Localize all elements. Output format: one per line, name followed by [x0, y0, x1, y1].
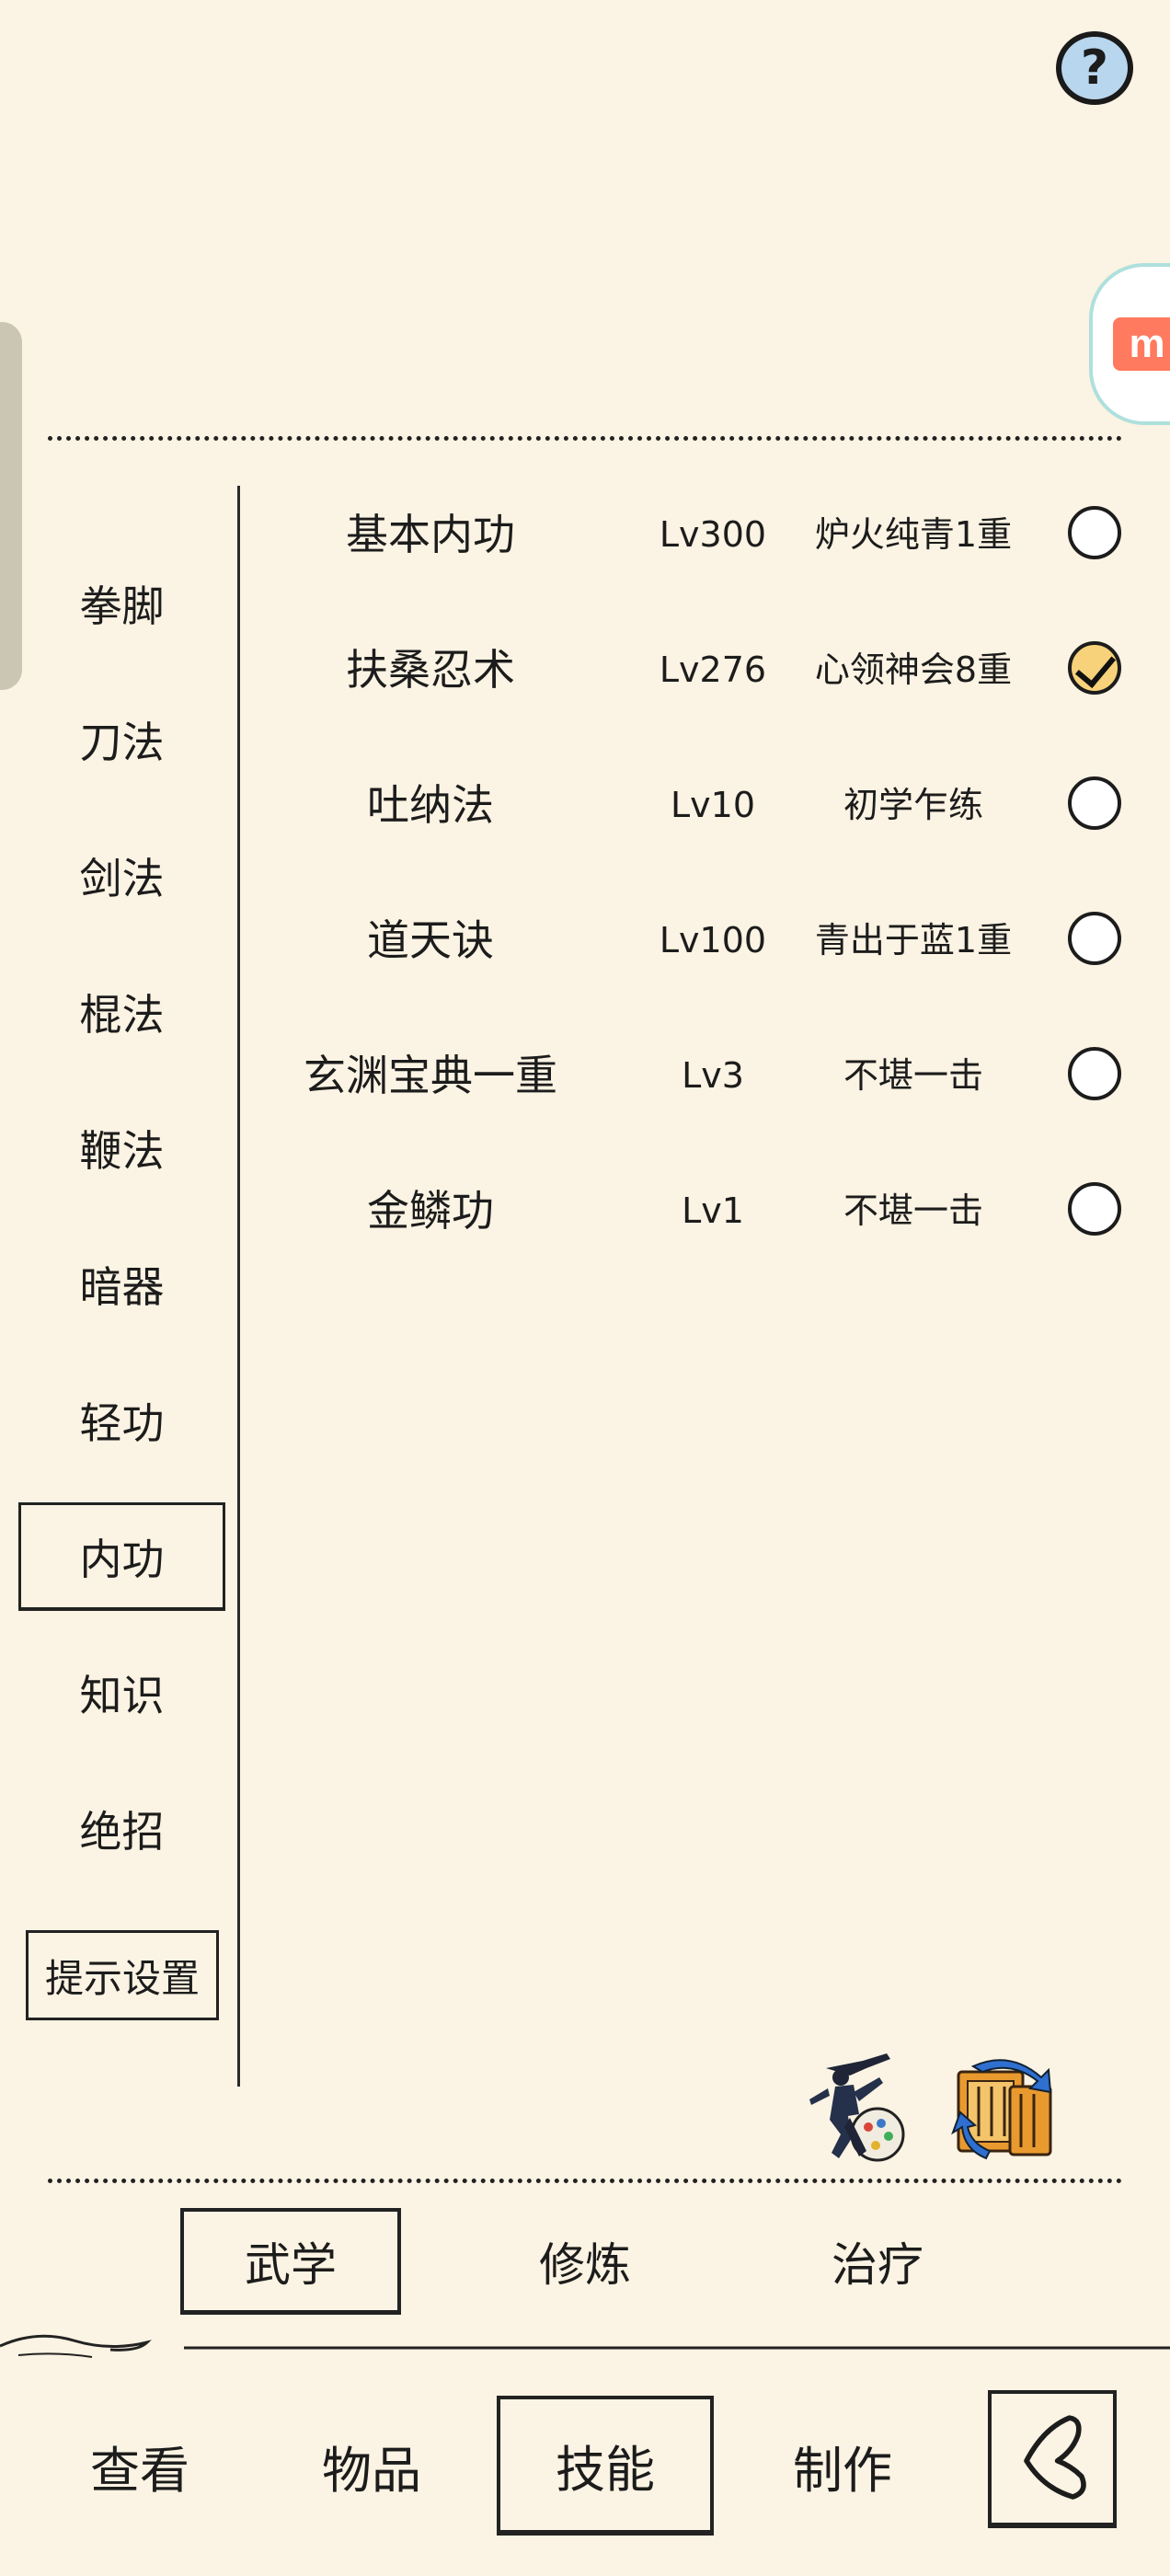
skill-row[interactable]: 基本内功 Lv300 炉火纯青1重 [247, 467, 1130, 603]
help-button[interactable]: ? [1056, 31, 1133, 105]
category-label: 知识 [79, 1671, 165, 1720]
skill-name: 基本内功 [346, 510, 515, 559]
back-button[interactable] [988, 2390, 1117, 2528]
floating-app-badge[interactable]: m [1089, 263, 1170, 425]
scroll-switch-icon[interactable] [946, 2050, 1065, 2169]
category-item[interactable]: 棍法 [18, 944, 225, 1080]
skill-select-radio[interactable] [1068, 776, 1121, 830]
category-item[interactable]: 轻功 [18, 1352, 225, 1489]
category-label: 鞭法 [79, 1126, 165, 1176]
skill-select-radio[interactable] [1068, 1182, 1121, 1236]
category-item[interactable]: 绝招 [18, 1761, 225, 1897]
nav-skills[interactable]: 技能 [497, 2396, 714, 2536]
category-label: 刀法 [79, 718, 165, 767]
category-item[interactable]: 鞭法 [18, 1080, 225, 1216]
category-item[interactable]: 刀法 [18, 672, 225, 808]
martial-artist-icon[interactable] [798, 2050, 918, 2169]
skill-name: 扶桑忍术 [346, 645, 515, 695]
ink-wave-divider [0, 2334, 1170, 2358]
skill-select-radio-checked[interactable] [1068, 641, 1121, 695]
category-item[interactable]: 拳脚 [18, 535, 225, 672]
divider-top [48, 436, 1122, 441]
skill-row[interactable]: 扶桑忍术 Lv276 心领神会8重 [247, 603, 1130, 738]
skill-rank: 心领神会8重 [814, 650, 1013, 690]
category-label: 拳脚 [79, 581, 165, 631]
category-item[interactable]: 暗器 [18, 1216, 225, 1352]
nav-craft[interactable]: 制作 [734, 2396, 951, 2536]
category-label: 剑法 [79, 854, 165, 903]
sub-tab-cultivate[interactable]: 修炼 [475, 2208, 695, 2315]
skill-row[interactable]: 道天诀 Lv100 青出于蓝1重 [247, 873, 1130, 1008]
skill-row[interactable]: 吐纳法 Lv10 初学乍练 [247, 738, 1130, 873]
category-item[interactable]: 知识 [18, 1625, 225, 1761]
skill-name: 金鳞功 [367, 1186, 494, 1236]
category-list: 拳脚 刀法 剑法 棍法 鞭法 暗器 轻功 内功 知识 绝招 [18, 535, 225, 1897]
skill-rank: 青出于蓝1重 [814, 920, 1013, 960]
skill-name: 玄渊宝典一重 [304, 1051, 557, 1100]
skill-select-radio[interactable] [1068, 1047, 1121, 1100]
divider-bottom [48, 2179, 1122, 2183]
category-label: 绝招 [79, 1807, 165, 1857]
skill-rank: 炉火纯青1重 [814, 514, 1013, 555]
skill-row[interactable]: 金鳞功 Lv1 不堪一击 [247, 1144, 1130, 1279]
column-divider [237, 486, 240, 2087]
nav-view[interactable]: 查看 [31, 2396, 248, 2536]
skill-rank: 初学乍练 [843, 785, 983, 825]
sub-tab-martial-arts[interactable]: 武学 [180, 2208, 401, 2315]
category-item[interactable]: 剑法 [18, 808, 225, 944]
category-label: 内功 [18, 1502, 225, 1611]
category-item-active[interactable]: 内功 [18, 1489, 225, 1625]
nav-items[interactable]: 物品 [263, 2396, 480, 2536]
skill-list: 基本内功 Lv300 炉火纯青1重 扶桑忍术 Lv276 心领神会8重 吐纳法 … [247, 467, 1130, 1279]
tips-settings-button[interactable]: 提示设置 [26, 1930, 219, 2020]
category-label: 棍法 [79, 990, 165, 1040]
category-label: 轻功 [79, 1398, 165, 1448]
sub-tab-bar: 武学 修炼 治疗 [0, 2208, 1170, 2317]
skill-row[interactable]: 玄渊宝典一重 Lv3 不堪一击 [247, 1008, 1130, 1144]
skill-select-radio[interactable] [1068, 912, 1121, 965]
skill-rank: 不堪一击 [843, 1190, 983, 1231]
skill-name: 吐纳法 [367, 780, 494, 830]
category-label: 暗器 [79, 1262, 165, 1312]
skill-rank: 不堪一击 [843, 1055, 983, 1096]
back-arrow-icon [1024, 2415, 1086, 2500]
app-logo-icon: m [1113, 317, 1170, 371]
sub-tab-heal[interactable]: 治疗 [767, 2208, 988, 2315]
skill-select-radio[interactable] [1068, 506, 1121, 559]
skill-name: 道天诀 [367, 915, 494, 965]
